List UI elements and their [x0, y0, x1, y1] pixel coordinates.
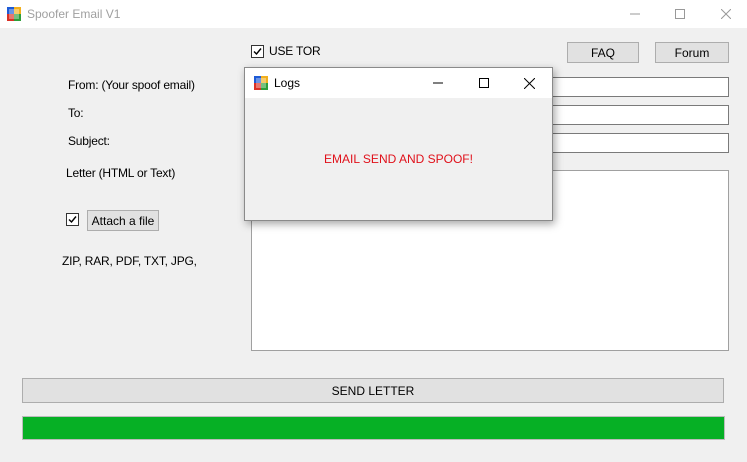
faq-button[interactable]: FAQ	[567, 42, 639, 63]
minimize-icon	[630, 13, 640, 15]
file-types-label: ZIP, RAR, PDF, TXT, JPG,	[62, 254, 197, 268]
maximize-icon	[675, 9, 685, 19]
subject-label: Subject:	[68, 134, 110, 148]
attach-file-button[interactable]: Attach a file	[87, 210, 159, 231]
use-tor-label[interactable]: USE TOR	[269, 44, 321, 58]
logs-close-button[interactable]	[506, 68, 552, 98]
title-bar[interactable]: Spoofer Email V1	[0, 0, 747, 28]
maximize-icon	[479, 78, 489, 88]
checkmark-icon	[68, 216, 77, 224]
to-label: To:	[68, 106, 84, 120]
logs-dialog[interactable]: Logs EMAIL SEND AND SPOOF!	[244, 67, 553, 221]
checkmark-icon	[253, 48, 262, 56]
forum-button[interactable]: Forum	[655, 42, 729, 63]
letter-label: Letter (HTML or Text)	[66, 166, 176, 180]
window-title: Spoofer Email V1	[27, 7, 121, 21]
close-icon	[721, 9, 731, 19]
minimize-icon	[433, 82, 443, 84]
close-button[interactable]	[703, 0, 747, 28]
maximize-button[interactable]	[657, 0, 703, 28]
app-icon	[7, 7, 21, 21]
progress-fill	[23, 417, 724, 439]
close-icon	[523, 77, 535, 89]
minimize-button[interactable]	[612, 0, 658, 28]
use-tor-checkbox[interactable]	[251, 45, 264, 58]
logs-maximize-button[interactable]	[461, 68, 507, 98]
logs-title: Logs	[274, 76, 301, 90]
logs-message: EMAIL SEND AND SPOOF!	[324, 152, 473, 166]
logs-title-bar[interactable]: Logs	[245, 68, 552, 98]
app-icon	[254, 76, 268, 90]
attach-checkbox[interactable]	[66, 213, 79, 226]
send-letter-button[interactable]: SEND LETTER	[22, 378, 724, 403]
progress-bar	[22, 416, 725, 440]
from-label: From: (Your spoof email)	[68, 78, 195, 92]
logs-minimize-button[interactable]	[415, 68, 461, 98]
